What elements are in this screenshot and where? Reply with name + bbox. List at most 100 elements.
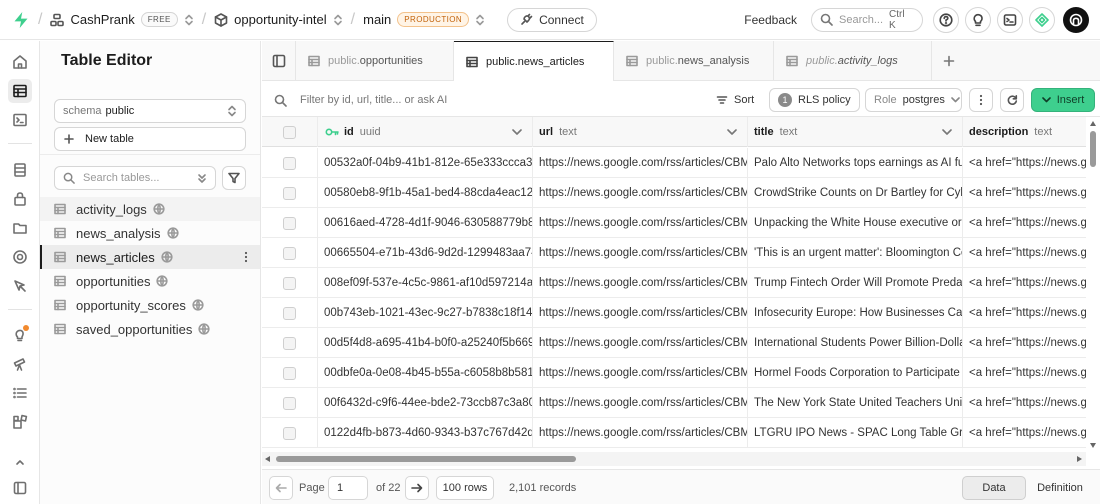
cell-id[interactable]: 00580eb8-9f1b-45a1-bed4-88cda4eac12c [318, 178, 533, 208]
role-selector[interactable]: Role postgres [865, 88, 962, 112]
sort-button[interactable]: Sort [716, 88, 754, 112]
cell-description[interactable]: <a href="https://news.g [963, 268, 1086, 298]
prev-page-button[interactable] [269, 476, 293, 500]
row-checkbox[interactable] [283, 426, 296, 440]
help-button[interactable] [933, 6, 959, 33]
cell-url[interactable]: https://news.google.com/rss/articles/CBM… [533, 298, 748, 328]
cell-title[interactable]: International Students Power Billion-Dol… [748, 328, 963, 358]
collapse-sidebar-icon[interactable] [8, 476, 32, 500]
advisor-button[interactable] [965, 6, 991, 33]
auth-lock-icon[interactable] [8, 187, 32, 211]
sidebar-item-opportunities[interactable]: opportunities [40, 269, 260, 293]
column-header-url[interactable]: url text [533, 117, 748, 147]
table-row[interactable]: 00b743eb-1021-43ec-9c27-b7838c18f149 http… [262, 298, 1086, 328]
table-row[interactable]: 00665504-e71b-43d6-9d2d-1299483aa741 http… [262, 238, 1086, 268]
cell-description[interactable]: <a href="https://news.g [963, 358, 1086, 388]
edge-functions-icon[interactable] [8, 245, 32, 269]
chevron-down-icon[interactable] [942, 129, 952, 135]
row-checkbox[interactable] [283, 276, 296, 290]
cell-description[interactable]: <a href="https://news.g [963, 178, 1086, 208]
cell-title[interactable]: Infosecurity Europe: How Businesses Can [748, 298, 963, 328]
cell-title[interactable]: Palo Alto Networks tops earnings as AI f… [748, 148, 963, 178]
scroll-up-arrow[interactable] [1090, 121, 1096, 126]
sidebar-item-activity-logs[interactable]: activity_logs [40, 197, 260, 221]
cell-url[interactable]: https://news.google.com/rss/articles/CBM… [533, 208, 748, 238]
search-tables-input[interactable]: Search tables... [54, 166, 216, 190]
cell-id[interactable]: 00d5f4d8-a695-41b4-b0f0-a25240f5b669 [318, 328, 533, 358]
cell-title[interactable]: The New York State United Teachers Union [748, 388, 963, 418]
horizontal-scrollbar[interactable] [262, 452, 1086, 466]
cell-id[interactable]: 00616aed-4728-4d1f-9046-630588779b8e [318, 208, 533, 238]
row-select-cell[interactable] [262, 418, 318, 448]
table-row[interactable]: 00dbfe0a-0e08-4b45-b55a-c6058b8b5813 http… [262, 358, 1086, 388]
cell-description[interactable]: <a href="https://news.g [963, 208, 1086, 238]
database-icon[interactable] [8, 158, 32, 182]
search-button[interactable]: Search... Ctrl K [811, 7, 923, 32]
cell-url[interactable]: https://news.google.com/rss/articles/CBM… [533, 328, 748, 358]
realtime-cursor-icon[interactable] [8, 274, 32, 298]
chevron-down-icon[interactable] [727, 129, 737, 135]
table-row[interactable]: 00d5f4d8-a695-41b4-b0f0-a25240f5b669 http… [262, 328, 1086, 358]
filter-tables-button[interactable] [222, 166, 246, 190]
table-row[interactable]: 0122d4fb-b873-4d60-9343-b37c767d42d4 http… [262, 418, 1086, 448]
table-row[interactable]: 00616aed-4728-4d1f-9046-630588779b8e http… [262, 208, 1086, 238]
ai-assistant-button[interactable] [1029, 6, 1055, 33]
tab-news-articles[interactable]: public.news_articles [454, 41, 614, 82]
filter-input[interactable]: Filter by id, url, title... or ask AI [274, 88, 694, 112]
cell-description[interactable]: <a href="https://news.g [963, 328, 1086, 358]
storage-icon[interactable] [8, 216, 32, 240]
sql-editor-icon[interactable] [8, 108, 32, 132]
cell-id[interactable]: 0122d4fb-b873-4d60-9343-b37c767d42d4 [318, 418, 533, 448]
table-row[interactable]: 00532a0f-04b9-41b1-812e-65e333ccca3c http… [262, 148, 1086, 178]
table-row[interactable]: 008ef09f-537e-4c5c-9861-af10d597214a http… [262, 268, 1086, 298]
vertical-scrollbar[interactable] [1086, 117, 1100, 451]
refresh-button[interactable] [1000, 88, 1024, 112]
avatar[interactable] [1063, 6, 1089, 33]
cell-title[interactable]: LTGRU IPO News - SPAC Long Table Group [748, 418, 963, 448]
row-select-cell[interactable] [262, 328, 318, 358]
cell-description[interactable]: <a href="https://news.g [963, 418, 1086, 448]
cell-description[interactable]: <a href="https://news.g [963, 238, 1086, 268]
cell-description[interactable]: <a href="https://news.g [963, 298, 1086, 328]
row-select-cell[interactable] [262, 298, 318, 328]
tab-opportunities[interactable]: public.opportunities [296, 41, 454, 81]
sidebar-item-opportunity-scores[interactable]: opportunity_scores [40, 293, 260, 317]
cell-id[interactable]: 00665504-e71b-43d6-9d2d-1299483aa741 [318, 238, 533, 268]
row-select-cell[interactable] [262, 388, 318, 418]
sidebar-item-news-analysis[interactable]: news_analysis [40, 221, 260, 245]
schema-selector[interactable]: schema public [54, 99, 246, 123]
more-vertical-icon[interactable] [244, 251, 248, 263]
row-checkbox[interactable] [283, 216, 296, 230]
select-all-cell[interactable] [262, 117, 318, 147]
row-select-cell[interactable] [262, 358, 318, 388]
next-page-button[interactable] [405, 476, 429, 500]
org-switcher[interactable]: CashPrank FREE [50, 12, 193, 27]
cell-title[interactable]: Unpacking the White House executive orde… [748, 208, 963, 238]
column-header-id[interactable]: id uuid [318, 117, 533, 147]
cell-title[interactable]: 'This is an urgent matter': Bloomington … [748, 238, 963, 268]
row-checkbox[interactable] [283, 396, 296, 410]
sidebar-item-news-articles[interactable]: news_articles [40, 245, 260, 269]
cell-url[interactable]: https://news.google.com/rss/articles/CBM… [533, 358, 748, 388]
reports-telescope-icon[interactable] [8, 352, 32, 376]
cell-url[interactable]: https://news.google.com/rss/articles/CBM… [533, 148, 748, 178]
new-tab-button[interactable] [932, 41, 966, 81]
row-select-cell[interactable] [262, 238, 318, 268]
select-all-checkbox[interactable] [283, 125, 296, 139]
logs-list-icon[interactable] [8, 381, 32, 405]
home-icon[interactable] [8, 50, 32, 74]
toggle-sidebar-button[interactable] [262, 41, 296, 81]
scroll-right-arrow[interactable] [1077, 456, 1082, 462]
insert-button[interactable]: Insert [1031, 88, 1095, 112]
cell-url[interactable]: https://news.google.com/rss/articles/CBM… [533, 418, 748, 448]
cell-title[interactable]: Hormel Foods Corporation to Participate … [748, 358, 963, 388]
advisors-icon[interactable] [8, 323, 32, 347]
cell-id[interactable]: 008ef09f-537e-4c5c-9861-af10d597214a [318, 268, 533, 298]
definition-view-button[interactable]: Definition [1026, 476, 1094, 500]
sidebar-item-saved-opportunities[interactable]: saved_opportunities [40, 317, 260, 341]
scroll-left-arrow[interactable] [265, 456, 270, 462]
horizontal-scroll-thumb[interactable] [276, 456, 576, 462]
cell-id[interactable]: 00532a0f-04b9-41b1-812e-65e333ccca3c [318, 148, 533, 178]
row-checkbox[interactable] [283, 366, 296, 380]
cell-id[interactable]: 00b743eb-1021-43ec-9c27-b7838c18f149 [318, 298, 533, 328]
